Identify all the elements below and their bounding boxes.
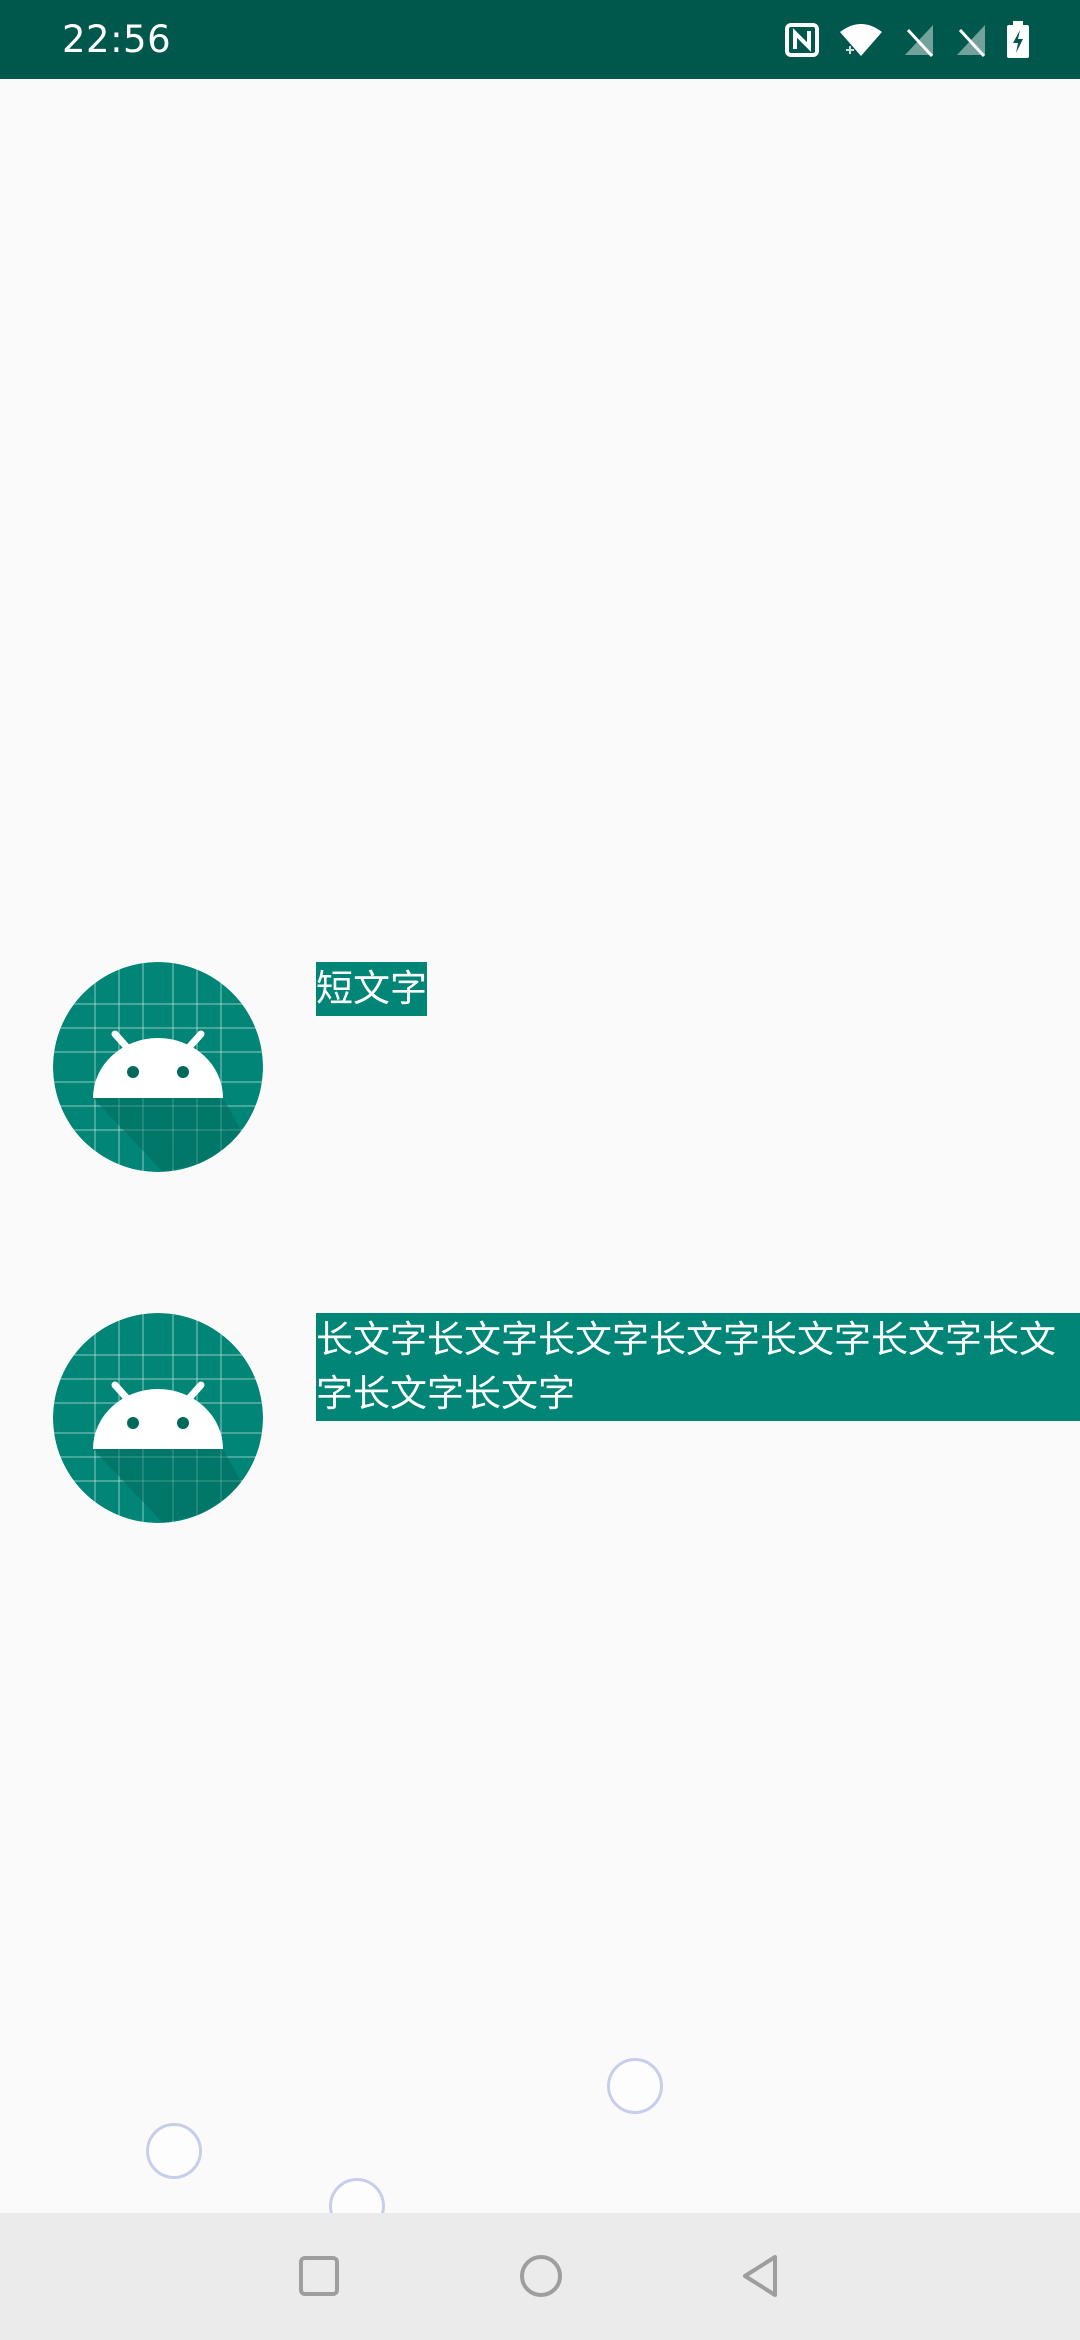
signal-off-icon — [954, 22, 988, 58]
signal-off-icon — [902, 22, 936, 58]
back-triangle-icon[interactable] — [733, 2246, 793, 2306]
nfc-icon — [784, 22, 820, 58]
recents-square-icon[interactable] — [289, 2246, 349, 2306]
home-circle-icon[interactable] — [511, 2246, 571, 2306]
touch-indicator — [607, 2058, 663, 2114]
android-app-icon — [53, 962, 263, 1172]
status-icons — [784, 20, 1030, 60]
status-bar: 22:56 — [0, 0, 1080, 79]
wifi-icon — [838, 22, 884, 58]
short-text-label: 短文字 — [316, 962, 427, 1016]
touch-indicator — [146, 2123, 202, 2179]
navigation-bar — [0, 2213, 1080, 2340]
status-time: 22:56 — [62, 18, 172, 61]
battery-charging-icon — [1006, 21, 1030, 59]
android-app-icon — [53, 1313, 263, 1523]
long-text-label: 长文字长文字长文字长文字长文字长文字长文字长文字长文字 — [316, 1313, 1080, 1421]
